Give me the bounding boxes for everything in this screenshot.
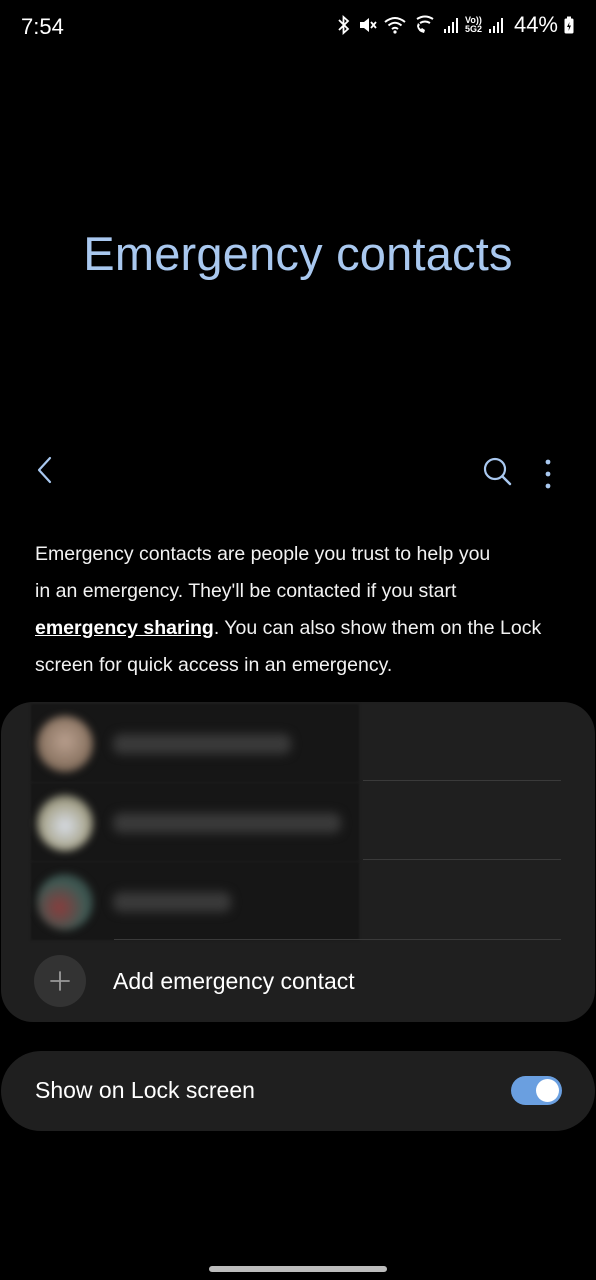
signal-icon-1 xyxy=(443,18,458,33)
battery-icon xyxy=(564,16,574,34)
wifi-calling-icon xyxy=(416,15,434,33)
network-5g-label: 5G2 xyxy=(464,24,482,34)
avatar xyxy=(37,795,93,851)
add-emergency-contact-label: Add emergency contact xyxy=(113,968,355,994)
more-vertical-icon xyxy=(545,459,551,489)
avatar xyxy=(37,874,93,930)
description-line-2: in an emergency. They'll be contacted if… xyxy=(35,580,457,602)
show-on-lock-screen-toggle[interactable] xyxy=(511,1076,562,1105)
divider xyxy=(363,859,561,860)
divider xyxy=(363,780,561,781)
more-options-button[interactable] xyxy=(534,452,562,492)
bluetooth-icon xyxy=(338,15,350,35)
description: Emergency contacts are people you trust … xyxy=(35,536,560,684)
avatar xyxy=(37,716,93,772)
status-time: 7:54 xyxy=(21,14,64,39)
wifi-icon xyxy=(384,17,406,34)
battery-percentage: 44% xyxy=(513,12,558,37)
contact-name-blurred xyxy=(113,813,341,833)
status-bar: 7:54 Vo)) 5G2 44% xyxy=(0,0,596,52)
chevron-left-icon xyxy=(37,456,52,484)
description-line-3: emergency sharing. You can also show the… xyxy=(35,610,560,647)
contact-name-blurred xyxy=(113,734,291,754)
plus-icon xyxy=(50,971,70,991)
search-icon xyxy=(483,457,512,486)
emergency-sharing-link[interactable]: emergency sharing xyxy=(35,617,214,639)
show-on-lock-screen-label: Show on Lock screen xyxy=(35,1077,255,1103)
add-emergency-contact-button[interactable]: Add emergency contact xyxy=(0,940,594,1022)
mute-icon xyxy=(359,18,377,32)
toggle-knob xyxy=(536,1079,559,1102)
search-button[interactable] xyxy=(478,452,518,492)
signal-icon-2 xyxy=(488,18,503,33)
description-line-4: screen for quick access in an emergency. xyxy=(35,654,393,676)
contact-row[interactable] xyxy=(31,704,359,782)
page-title: Emergency contacts xyxy=(83,227,513,280)
add-circle xyxy=(34,955,86,1007)
toolbar xyxy=(0,446,596,494)
description-line-1: Emergency contacts are people you trust … xyxy=(35,543,491,565)
contact-name-blurred xyxy=(113,892,231,912)
home-indicator[interactable] xyxy=(209,1266,387,1272)
status-icons: Vo)) 5G2 44% xyxy=(337,12,574,38)
contact-row[interactable] xyxy=(31,862,359,940)
volte-5g-label: Vo)) 5G2 xyxy=(465,16,482,34)
contact-row[interactable] xyxy=(31,783,359,861)
back-button[interactable] xyxy=(28,452,64,488)
description-line-3-rest: . You can also show them on the Lock xyxy=(213,617,542,639)
show-on-lock-screen-row[interactable]: Show on Lock screen xyxy=(1,1051,595,1131)
